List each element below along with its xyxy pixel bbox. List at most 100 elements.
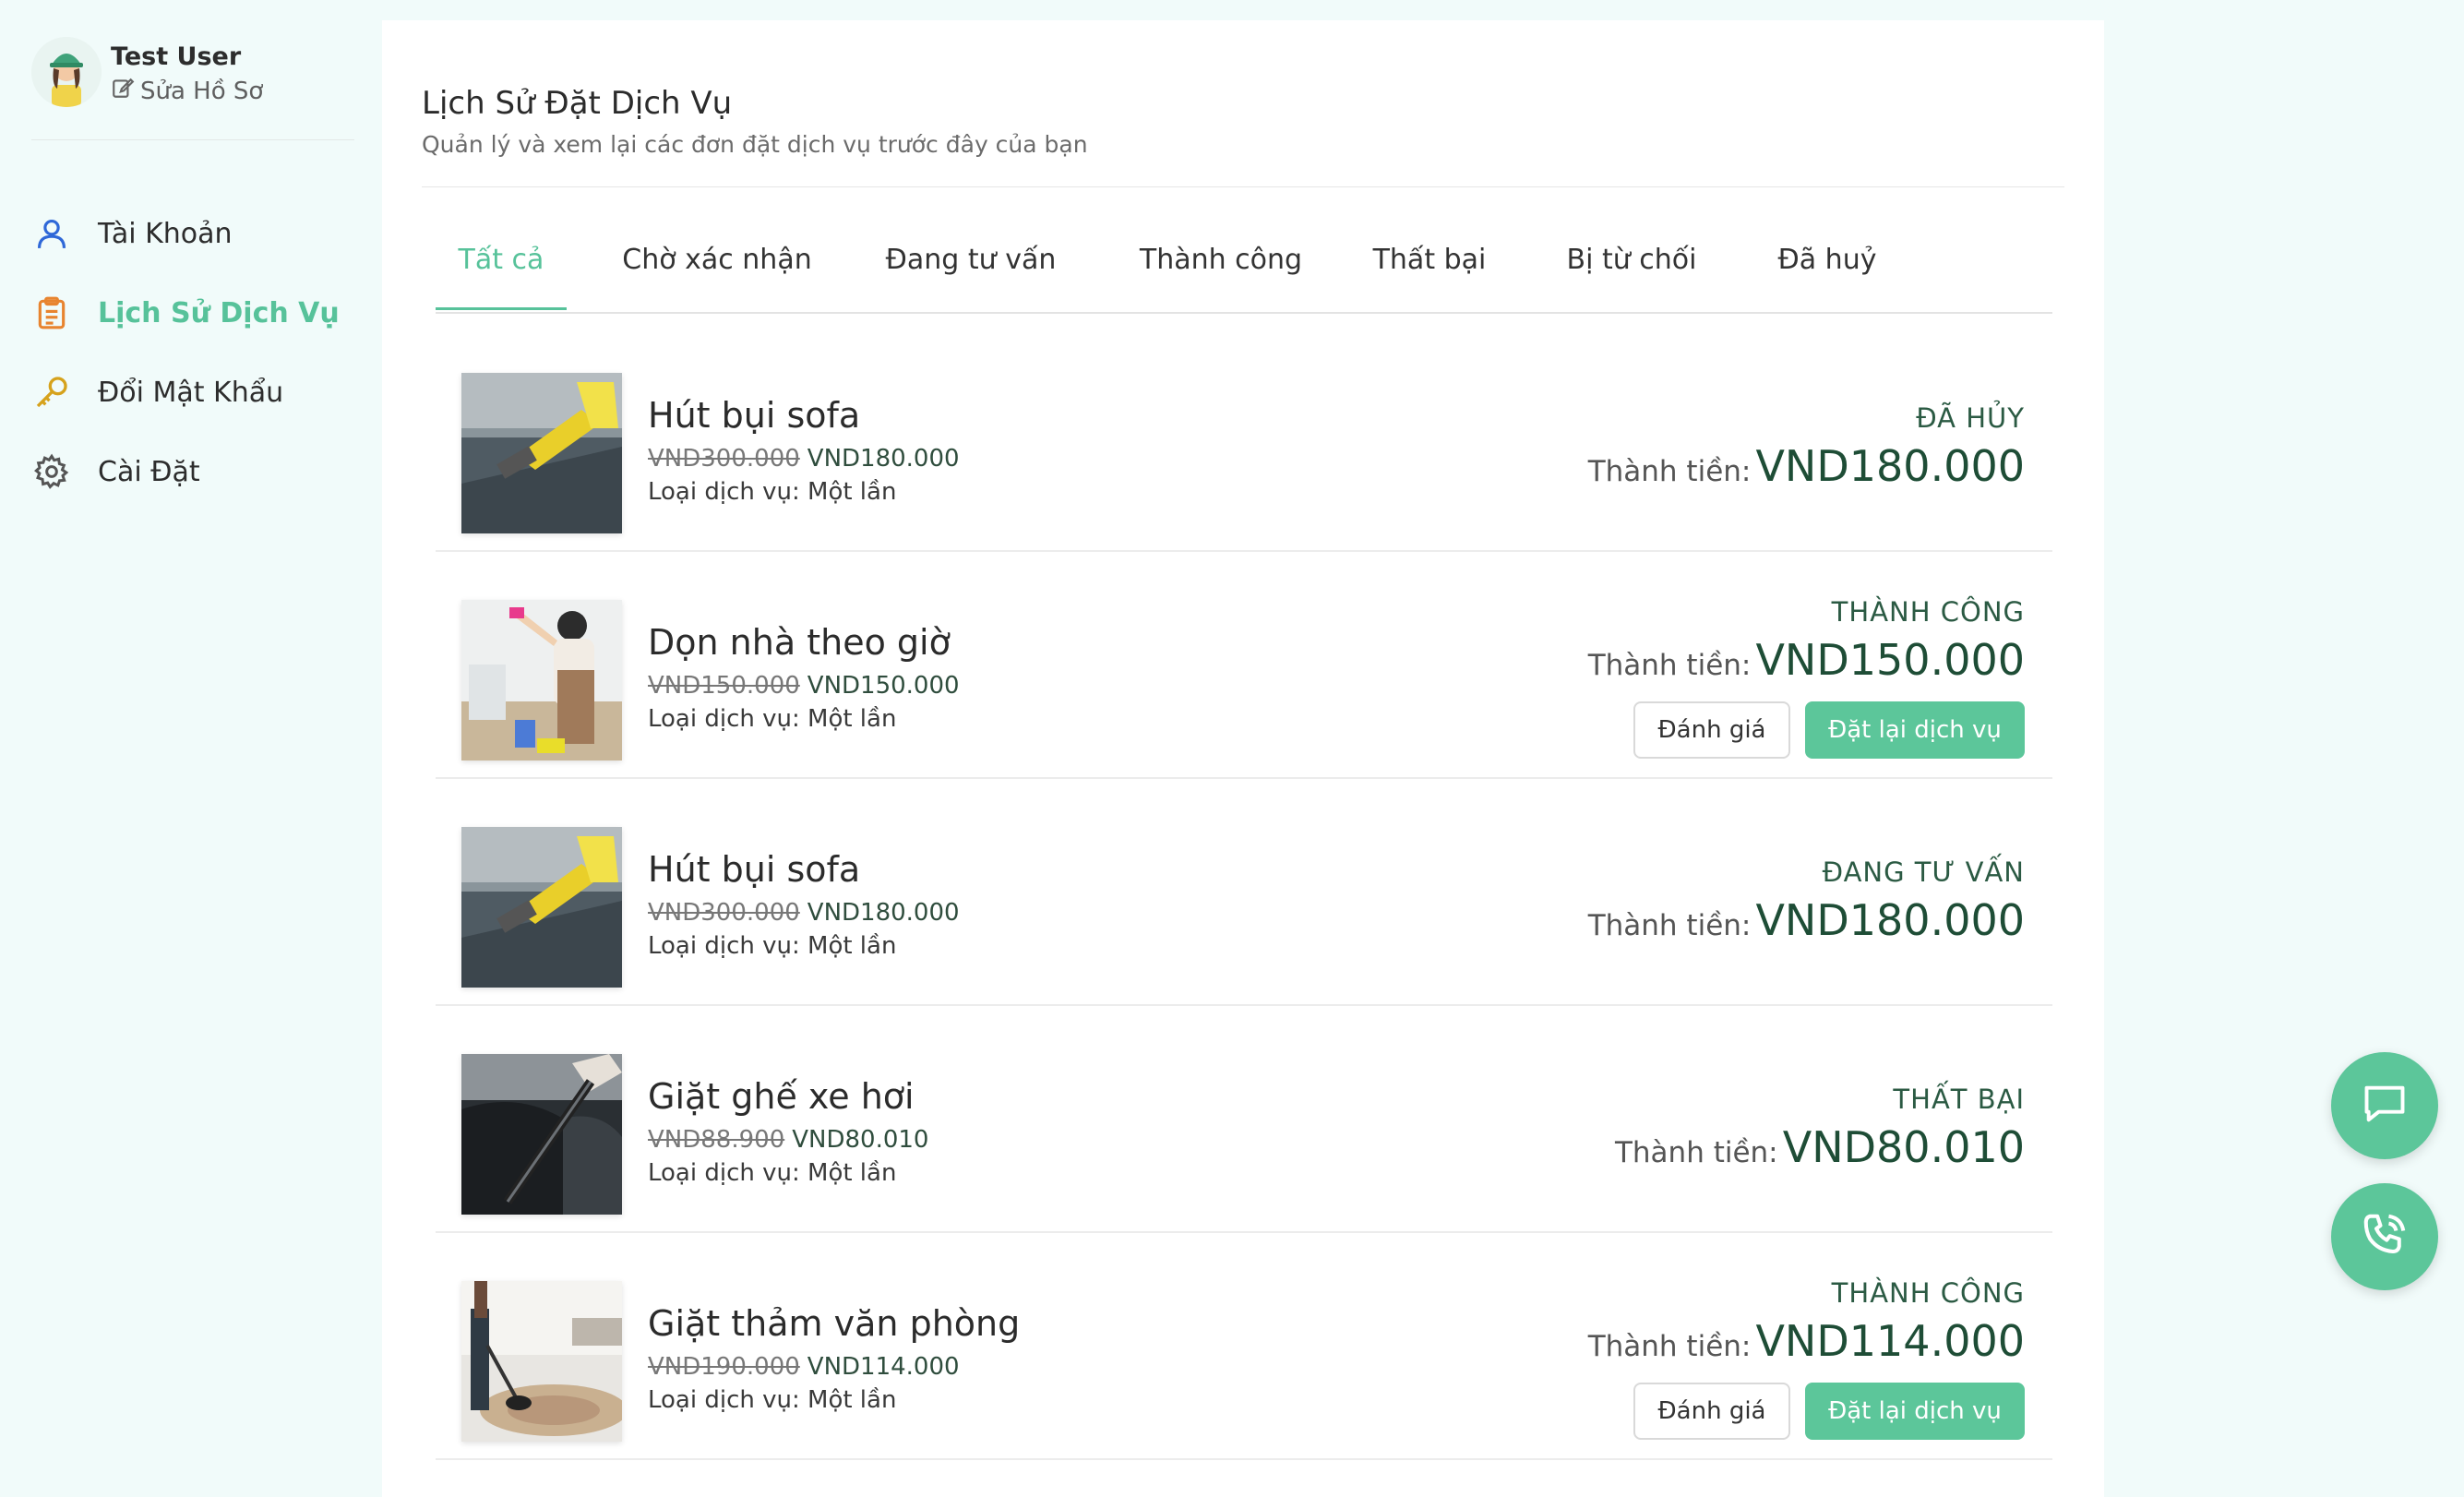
order-name: Giặt ghế xe hơi — [648, 1076, 915, 1117]
sidebar-divider — [31, 139, 354, 140]
order-summary: ĐANG TƯ VẤN Thành tiền: VND180.000 — [1588, 856, 2025, 945]
rate-button[interactable]: Đánh giá — [1633, 1383, 1790, 1440]
total-amount: VND150.000 — [1755, 635, 2025, 685]
discount-price: VND180.000 — [807, 899, 960, 927]
order-total: Thành tiền: VND180.000 — [1588, 895, 2025, 945]
service-type: Loại dịch vụ: Một lần — [648, 932, 897, 960]
sidebar-item-label: Lịch Sử Dịch Vụ — [98, 296, 340, 329]
original-price: VND300.000 — [648, 899, 800, 927]
order-total: Thành tiền: VND150.000 — [1588, 635, 2025, 685]
status-badge: ĐÃ HỦY — [1916, 402, 2025, 434]
rebook-button[interactable]: Đặt lại dịch vụ — [1805, 1383, 2025, 1440]
tab-cancelled[interactable]: Đã huỷ — [1753, 216, 1901, 310]
discount-price: VND150.000 — [807, 672, 960, 700]
order-list: Hút bụi sofa VND300.000 VND180.000 Loại d… — [436, 325, 2052, 1460]
total-amount: VND180.000 — [1755, 441, 2025, 491]
user-icon — [31, 213, 72, 254]
order-price: VND300.000 VND180.000 — [648, 899, 960, 927]
user-name: Test User — [111, 42, 242, 71]
status-badge: THÀNH CÔNG — [1831, 596, 2025, 628]
tab-success[interactable]: Thành công — [1117, 216, 1325, 310]
total-label: Thành tiền: — [1587, 909, 1752, 942]
status-badge: THẤT BẠI — [1893, 1084, 2025, 1115]
tab-pending[interactable]: Chờ xác nhận — [602, 216, 832, 310]
edit-icon — [111, 76, 135, 106]
tab-consulting[interactable]: Đang tư vấn — [860, 216, 1082, 310]
status-badge: THÀNH CÔNG — [1831, 1277, 2025, 1309]
order-item: Dọn nhà theo giờ VND150.000 VND150.000 Lo… — [436, 552, 2052, 779]
tab-rejected[interactable]: Bị từ chối — [1539, 216, 1724, 310]
sidebar-item-label: Tài Khoản — [98, 217, 233, 250]
header-divider — [422, 186, 2064, 187]
page-title: Lịch Sử Đặt Dịch Vụ — [422, 85, 733, 122]
order-total: Thành tiền: VND80.010 — [1615, 1122, 2025, 1172]
original-price: VND300.000 — [648, 445, 800, 473]
avatar — [31, 37, 102, 107]
service-type: Loại dịch vụ: Một lần — [648, 1386, 897, 1414]
sidebar-item-label: Đổi Mật Khẩu — [98, 376, 284, 409]
discount-price: VND180.000 — [807, 445, 960, 473]
order-item: Hút bụi sofa VND300.000 VND180.000 Loại d… — [436, 779, 2052, 1006]
rebook-button[interactable]: Đặt lại dịch vụ — [1805, 701, 2025, 759]
total-label: Thành tiền: — [1587, 455, 1752, 488]
status-badge: ĐANG TƯ VẤN — [1822, 856, 2025, 888]
total-amount: VND114.000 — [1755, 1316, 2025, 1366]
total-label: Thành tiền: — [1587, 1330, 1752, 1363]
order-name: Hút bụi sofa — [648, 849, 861, 890]
order-actions: Đánh giá Đặt lại dịch vụ — [1588, 1383, 2025, 1440]
order-name: Giặt thảm văn phòng — [648, 1303, 1021, 1344]
order-total: Thành tiền: VND180.000 — [1588, 441, 2025, 491]
order-summary: ĐÃ HỦY Thành tiền: VND180.000 — [1588, 402, 2025, 491]
chat-icon — [2361, 1080, 2409, 1132]
order-price: VND300.000 VND180.000 — [648, 445, 960, 473]
order-item: Giặt ghế xe hơi VND88.900 VND80.010 Loại … — [436, 1006, 2052, 1233]
sofa-vacuum-image — [461, 373, 622, 533]
phone-icon — [2360, 1210, 2410, 1263]
call-button[interactable] — [2331, 1183, 2438, 1290]
order-name: Hút bụi sofa — [648, 395, 861, 436]
original-price: VND88.900 — [648, 1126, 785, 1154]
order-item: Giặt thảm văn phòng VND190.000 VND114.000… — [436, 1233, 2052, 1460]
discount-price: VND114.000 — [807, 1353, 960, 1381]
order-actions: Đánh giá Đặt lại dịch vụ — [1588, 701, 2025, 759]
discount-price: VND80.010 — [792, 1126, 929, 1154]
car-seat-image — [461, 1054, 622, 1215]
total-label: Thành tiền: — [1587, 649, 1752, 682]
page-subtitle: Quản lý và xem lại các đơn đặt dịch vụ t… — [422, 131, 1088, 158]
tab-all[interactable]: Tất cả — [436, 216, 567, 310]
rate-button[interactable]: Đánh giá — [1633, 701, 1790, 759]
sidebar-item-change-password[interactable]: Đổi Mật Khẩu — [31, 353, 373, 432]
service-type: Loại dịch vụ: Một lần — [648, 1159, 897, 1187]
main-panel: Lịch Sử Đặt Dịch Vụ Quản lý và xem lại c… — [382, 20, 2104, 1497]
total-amount: VND80.010 — [1782, 1122, 2025, 1172]
order-price: VND88.900 VND80.010 — [648, 1126, 928, 1154]
edit-profile-link[interactable]: Sửa Hồ Sơ — [111, 76, 263, 106]
service-type: Loại dịch vụ: Một lần — [648, 705, 897, 733]
order-name: Dọn nhà theo giờ — [648, 622, 951, 663]
chat-button[interactable] — [2331, 1052, 2438, 1159]
tab-failed[interactable]: Thất bại — [1355, 216, 1504, 310]
original-price: VND190.000 — [648, 1353, 800, 1381]
order-summary: THẤT BẠI Thành tiền: VND80.010 — [1615, 1084, 2025, 1172]
order-price: VND190.000 VND114.000 — [648, 1353, 960, 1381]
profile-block: Test User Sửa Hồ Sơ — [31, 37, 354, 140]
status-tabs: Tất cả Chờ xác nhận Đang tư vấn Thành cô… — [436, 216, 2052, 314]
sidebar-nav: Tài Khoản Lịch Sử Dịch Vụ Đổi Mật Khẩu C… — [31, 194, 373, 511]
order-summary: THÀNH CÔNG Thành tiền: VND150.000 Đánh g… — [1588, 596, 2025, 759]
original-price: VND150.000 — [648, 672, 800, 700]
service-type: Loại dịch vụ: Một lần — [648, 478, 897, 506]
sidebar-item-service-history[interactable]: Lịch Sử Dịch Vụ — [31, 273, 373, 353]
sidebar-item-account[interactable]: Tài Khoản — [31, 194, 373, 273]
clipboard-icon — [31, 293, 72, 333]
house-cleaning-image — [461, 600, 622, 760]
office-carpet-image — [461, 1281, 622, 1442]
sidebar: Test User Sửa Hồ Sơ Tài Khoản Lịch Sử Dị… — [0, 0, 380, 1490]
order-summary: THÀNH CÔNG Thành tiền: VND114.000 Đánh g… — [1588, 1277, 2025, 1440]
order-total: Thành tiền: VND114.000 — [1588, 1316, 2025, 1366]
sidebar-item-label: Cài Đặt — [98, 455, 200, 488]
gear-icon — [31, 451, 72, 492]
sofa-vacuum-image — [461, 827, 622, 988]
sidebar-item-settings[interactable]: Cài Đặt — [31, 432, 373, 511]
total-amount: VND180.000 — [1755, 895, 2025, 945]
total-label: Thành tiền: — [1614, 1136, 1778, 1169]
